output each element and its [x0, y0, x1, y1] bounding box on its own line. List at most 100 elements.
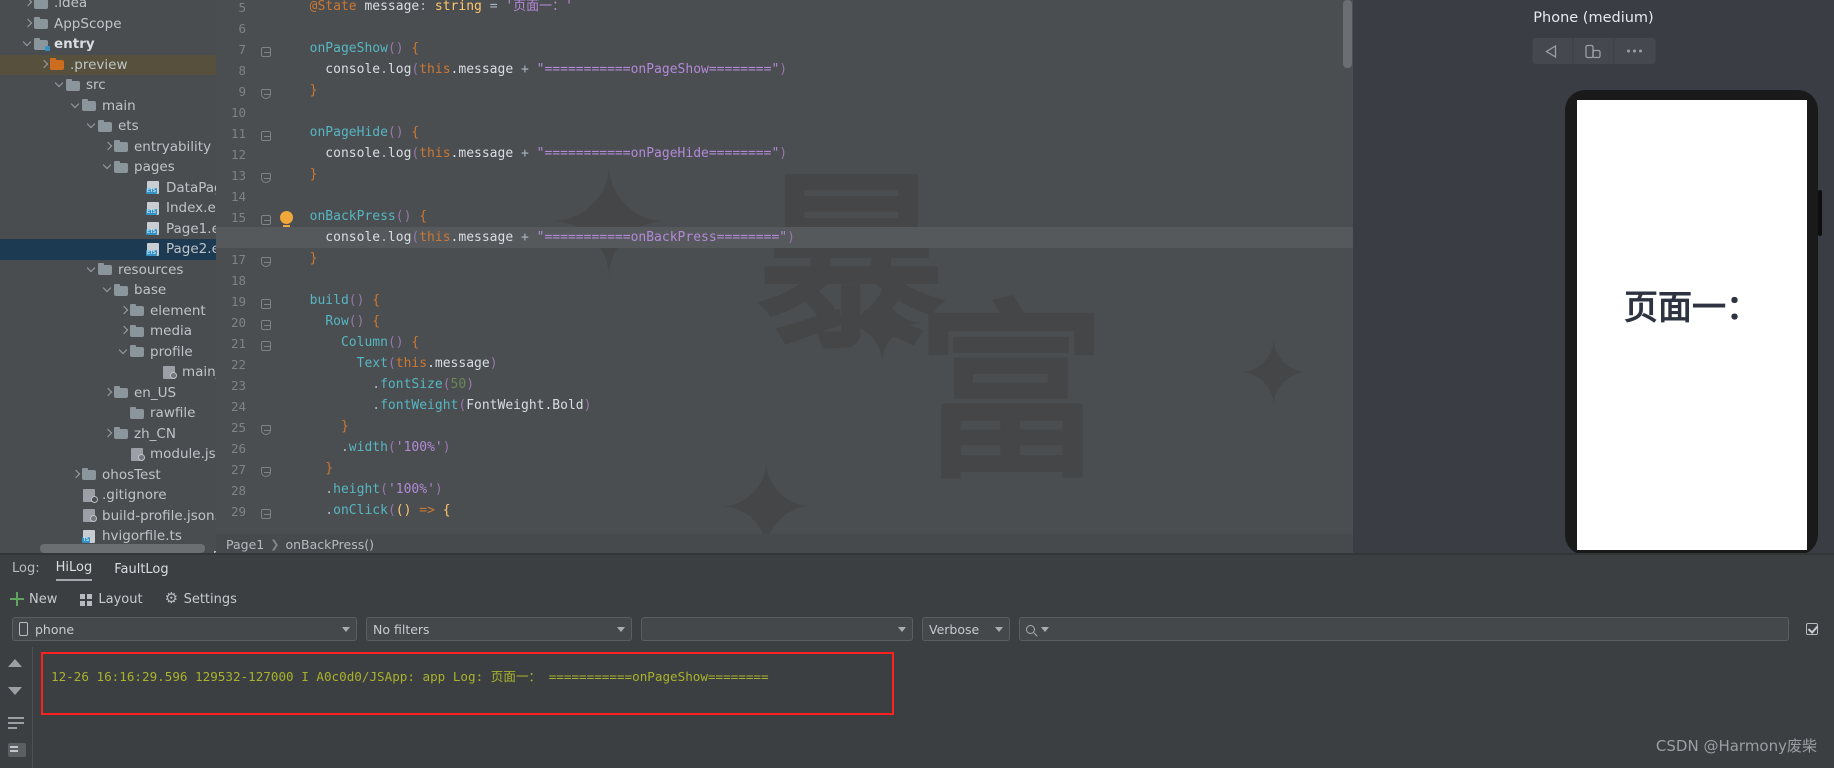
scroll-up-icon[interactable] [8, 659, 26, 677]
intention-bulb-icon[interactable] [280, 211, 293, 227]
chevron-down-icon[interactable] [118, 346, 130, 358]
project-tree[interactable]: .idea AppScope entry .preview src main ets entr… [0, 0, 216, 555]
tree-item-ets[interactable]: ets [0, 116, 216, 137]
tab-hilog[interactable]: HiLog [55, 560, 93, 581]
level-selector[interactable]: Verbose [922, 617, 1010, 641]
tree-horizontal-scrollbar[interactable] [40, 544, 205, 553]
soft-wrap-icon[interactable] [8, 715, 26, 733]
chevron-down-icon[interactable] [102, 284, 114, 296]
tree-item-label: profile [150, 343, 193, 360]
layout-button[interactable]: Layout [79, 592, 143, 607]
code-fold-icon[interactable] [261, 89, 273, 101]
chevron-right-icon[interactable] [118, 325, 130, 337]
tree-item-main[interactable]: main [0, 96, 216, 117]
code-fold-icon[interactable] [261, 341, 273, 353]
tree-item--preview[interactable]: .preview [0, 54, 216, 75]
search-input[interactable] [1019, 617, 1789, 641]
chevron-right-icon[interactable] [22, 18, 34, 30]
process-selector[interactable] [641, 617, 913, 641]
code-line: Text(this.message) [294, 353, 498, 374]
code-fold-icon[interactable] [261, 257, 273, 269]
back-icon[interactable] [1532, 38, 1573, 64]
tree-item-datapage-ets[interactable]: ETS DataPage.ets [0, 178, 216, 199]
tree-item-page2-ets[interactable]: ETS Page2.ets [0, 239, 216, 260]
code-fold-icon[interactable] [261, 425, 273, 437]
regex-checkbox[interactable] [1806, 623, 1818, 635]
tab-faultlog[interactable]: FaultLog [114, 562, 168, 581]
chevron-right-icon[interactable] [22, 0, 34, 9]
tree-item-main-p[interactable]: main_p [0, 362, 216, 383]
code-fold-icon[interactable] [261, 131, 273, 143]
search-options-icon[interactable] [1041, 626, 1049, 632]
chevron-down-icon[interactable] [86, 264, 98, 276]
chevron-down-icon[interactable] [54, 79, 66, 91]
chevron-right-icon[interactable] [102, 387, 114, 399]
rotate-icon[interactable] [1573, 38, 1614, 64]
tree-item-ohostest[interactable]: ohosTest [0, 465, 216, 486]
code-token: + [513, 230, 537, 245]
chevron-down-icon[interactable] [102, 161, 114, 173]
editor-vertical-scrollbar[interactable] [1343, 0, 1352, 68]
tree-item--idea[interactable]: .idea [0, 0, 216, 14]
line-number: 14 [230, 189, 246, 204]
chevron-right-icon[interactable] [70, 469, 82, 481]
scroll-down-icon[interactable] [8, 687, 26, 705]
tree-item-rawfile[interactable]: rawfile [0, 403, 216, 424]
tree-item-profile[interactable]: profile [0, 342, 216, 363]
chevron-down-icon[interactable] [86, 120, 98, 132]
search-icon [1026, 624, 1035, 634]
settings-button[interactable]: Settings [165, 589, 237, 607]
code-fold-icon[interactable] [261, 173, 273, 185]
chevron-right-icon[interactable] [102, 141, 114, 153]
tree-item-resources[interactable]: resources [0, 260, 216, 281]
breadcrumb-file[interactable]: Page1 [226, 537, 264, 552]
tree-item-element[interactable]: element [0, 301, 216, 322]
chevron-down-icon[interactable] [22, 38, 34, 50]
tree-item-page1-ets[interactable]: ETS Page1.ets [0, 219, 216, 240]
code-token: '页面一：' [505, 0, 574, 14]
chevron-right-icon[interactable] [118, 305, 130, 317]
chevron-right-icon[interactable] [102, 428, 114, 440]
code-fold-icon[interactable] [261, 215, 273, 227]
code-fold-icon[interactable] [261, 47, 273, 59]
chevron-right-icon[interactable] [38, 59, 50, 71]
code-fold-icon[interactable] [261, 509, 273, 521]
code-editor[interactable]: 暴 富 ✦ ✦ ✦ ✦ 5678910111213141516171819202… [216, 0, 1353, 555]
device-selector[interactable]: phone [12, 617, 357, 641]
tree-item-en-us[interactable]: en_US [0, 383, 216, 404]
scroll-to-end-icon[interactable] [8, 743, 26, 757]
more-icon[interactable] [1614, 38, 1655, 64]
chevron-down-icon [617, 626, 625, 632]
tree-item-pages[interactable]: pages [0, 157, 216, 178]
breadcrumb-symbol[interactable]: onBackPress() [285, 537, 374, 552]
tree-item-zh-cn[interactable]: zh_CN [0, 424, 216, 445]
chevron-down-icon[interactable] [70, 100, 82, 112]
tree-item-build-profile-json5[interactable]: build-profile.json5 [0, 506, 216, 527]
log-output-highlight[interactable]: 12-26 16:16:29.596 129532-127000 I A0c0d… [41, 652, 894, 715]
tree-item-appscope[interactable]: AppScope [0, 14, 216, 35]
code-token: { [442, 503, 451, 518]
new-button[interactable]: New [10, 592, 57, 607]
code-fold-icon[interactable] [261, 320, 273, 332]
tree-item--gitignore[interactable]: .gitignore [0, 485, 216, 506]
code-token: () [395, 209, 412, 224]
line-number: 20 [230, 315, 246, 330]
code-token: log [387, 62, 412, 77]
filter-selector[interactable]: No filters [366, 617, 632, 641]
log-label: Log: [12, 561, 40, 576]
code-fold-icon[interactable] [261, 299, 273, 311]
tree-item-module-json5[interactable]: module.json5 [0, 444, 216, 465]
tree-item-index-ets[interactable]: ETS Index.ets [0, 198, 216, 219]
code-token: fontSize [380, 377, 443, 392]
rotate-icon-svg [1585, 44, 1601, 58]
tree-item-base[interactable]: base [0, 280, 216, 301]
tree-item-media[interactable]: media [0, 321, 216, 342]
breadcrumb[interactable]: Page1 ❯ onBackPress() [216, 534, 1353, 555]
code-token: width [348, 440, 388, 455]
code-fold-icon[interactable] [261, 467, 273, 479]
tree-item-entryability[interactable]: entryability [0, 137, 216, 158]
tree-item-src[interactable]: src [0, 75, 216, 96]
tree-item-entry[interactable]: entry [0, 34, 216, 55]
folder-icon [82, 99, 97, 112]
previewer-toolbar[interactable] [1532, 38, 1655, 64]
